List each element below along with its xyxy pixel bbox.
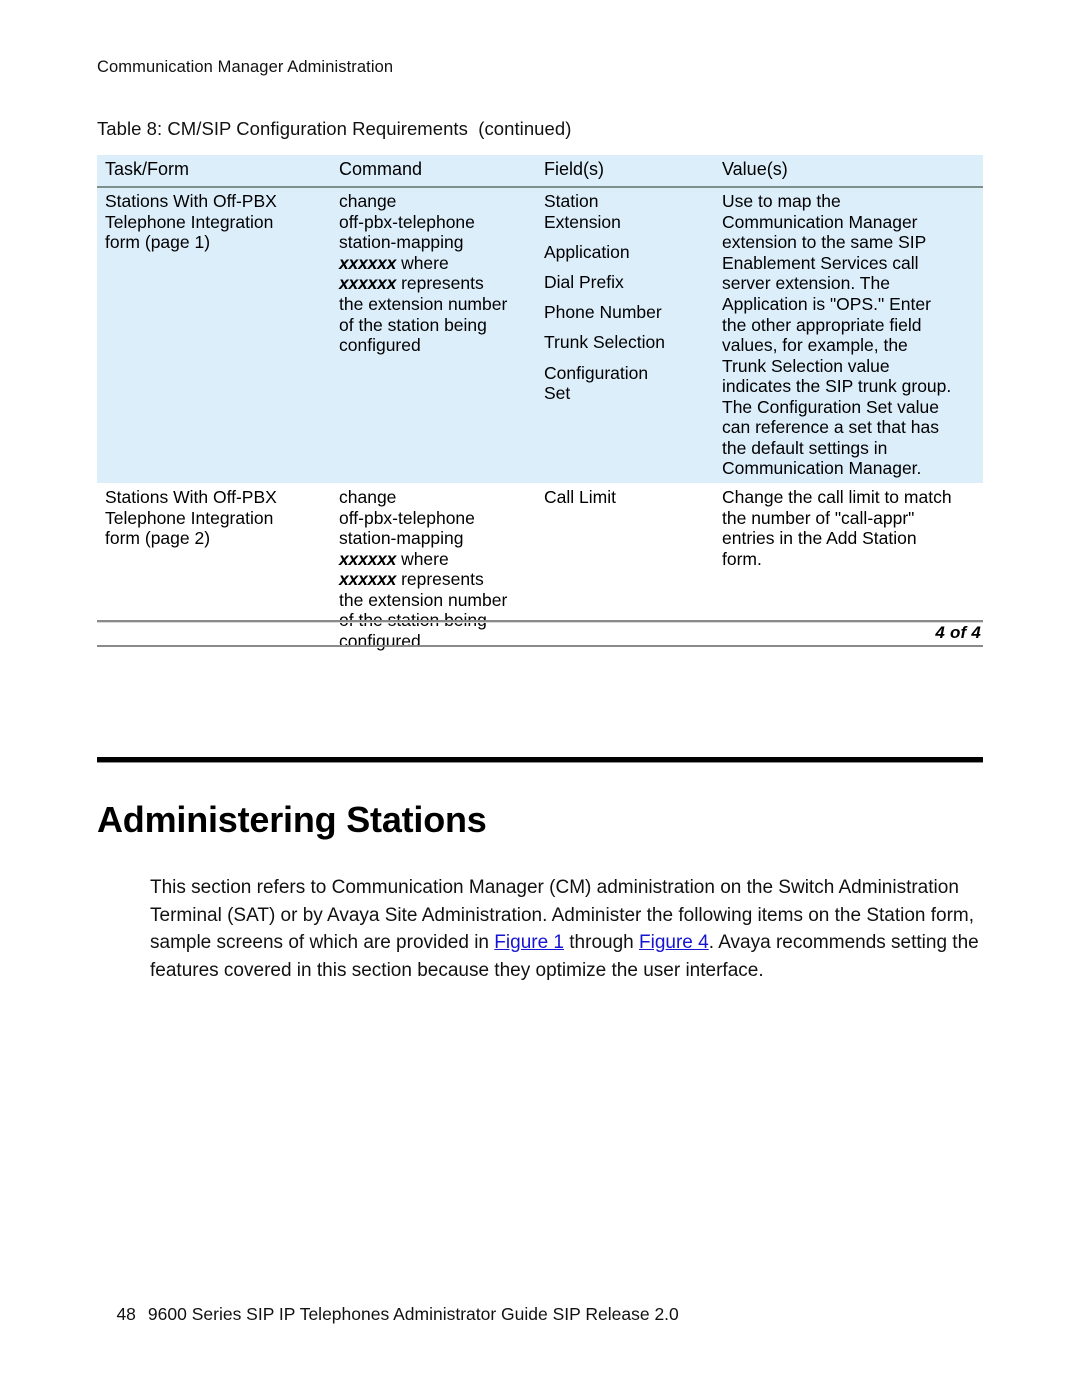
cell-line: the default settings in — [722, 437, 888, 458]
cell-line: off-pbx-telephone — [339, 211, 475, 232]
cell-task-form: Stations With Off-PBX Telephone Integrati… — [97, 187, 331, 484]
cell-line: change — [339, 487, 397, 508]
column-header-task-form: Task/Form — [97, 155, 331, 189]
figure-4-link[interactable]: Figure 4 — [639, 932, 709, 953]
cell-line: Trunk Selection — [544, 332, 665, 353]
extension-placeholder: xxxxxx — [339, 252, 397, 273]
section-body-paragraph: This section refers to Communication Man… — [150, 874, 990, 984]
cell-line: Call Limit — [544, 487, 616, 508]
task-form-lines: Stations With Off-PBX Telephone Integrati… — [105, 191, 323, 253]
table-footer-row: 4 of 4 — [97, 623, 983, 645]
cell-fields: Station Extension Application Dial Prefix… — [536, 187, 714, 484]
cell-line: the other appropriate field — [722, 314, 922, 335]
cell-line — [544, 323, 706, 333]
cell-line: Stations With Off-PBX — [105, 487, 277, 508]
cell-line: Communication Manager — [722, 211, 918, 232]
cell-line: Application — [544, 241, 630, 262]
cell-line: Configuration — [544, 362, 649, 383]
column-header-fields: Field(s) — [536, 155, 714, 189]
section-heading-rule — [97, 757, 983, 763]
figure-1-link[interactable]: Figure 1 — [494, 932, 564, 953]
cell-line: Use to map the — [722, 191, 841, 212]
cell-line — [544, 293, 706, 303]
cell-line: xxxxxx where — [339, 548, 449, 569]
cell-line: off-pbx-telephone — [339, 507, 475, 528]
running-header: Communication Manager Administration — [97, 58, 394, 76]
fields-lines: Station Extension Application Dial Prefix… — [544, 191, 706, 404]
cell-line: Stations With Off-PBX — [105, 191, 277, 212]
page-footer-title: 9600 Series SIP IP Telephones Administra… — [147, 1304, 679, 1324]
cell-line: Extension — [544, 211, 621, 232]
cell-line: station-mapping — [339, 528, 464, 549]
cell-line: Dial Prefix — [544, 272, 624, 293]
cell-line: of the station being — [339, 314, 487, 335]
cell-command: change off-pbx-telephone station-mapping xx… — [331, 187, 536, 484]
cell-line: xxxxxx represents — [339, 273, 484, 294]
cm-sip-configuration-table: Task/Form Command Field(s) Value(s) Stat… — [97, 155, 983, 656]
cell-values: Use to map the Communication Manager exten… — [714, 187, 983, 484]
cell-line: configured — [339, 335, 421, 356]
table-footer-bar: 4 of 4 — [97, 620, 983, 647]
page-number: 48 — [116, 1304, 136, 1324]
cell-line: Telephone Integration — [105, 211, 274, 232]
values-lines: Use to map the Communication Manager exten… — [722, 191, 975, 479]
cell-line: The Configuration Set value — [722, 396, 939, 417]
cell-line: Enablement Services call — [722, 252, 919, 273]
cell-line: station-mapping — [339, 232, 464, 253]
cell-line: change — [339, 191, 397, 212]
cell-line: Communication Manager. — [722, 458, 922, 479]
cell-line: Station — [544, 191, 599, 212]
command-lines: change off-pbx-telephone station-mapping xx… — [339, 191, 528, 356]
cell-line — [544, 262, 706, 272]
cell-line: Set — [544, 383, 571, 404]
extension-placeholder: xxxxxx — [339, 548, 397, 569]
cell-line — [544, 353, 706, 363]
column-header-command: Command — [331, 155, 536, 189]
table-row: Stations With Off-PBX Telephone Integrati… — [97, 187, 983, 484]
table-body: Stations With Off-PBX Telephone Integrati… — [97, 187, 983, 656]
extension-placeholder: xxxxxx — [339, 569, 397, 590]
cell-line: the extension number — [339, 589, 508, 610]
paragraph-text-part-2: through — [564, 932, 639, 954]
cell-line: form. — [722, 548, 762, 569]
cell-line: form (page 1) — [105, 232, 211, 253]
values-lines: Change the call limit to match the number… — [722, 487, 975, 569]
cell-line: xxxxxx represents — [339, 569, 484, 590]
cell-line: the extension number — [339, 293, 508, 314]
page-title: Administering Stations — [97, 799, 487, 841]
table-caption: Table 8: CM/SIP Configuration Requiremen… — [97, 118, 572, 139]
cell-line: xxxxxx where — [339, 252, 449, 273]
cell-line: form (page 2) — [105, 528, 211, 549]
page-footer: 48 9600 Series SIP IP Telephones Administ… — [97, 1283, 679, 1346]
cell-line: the number of "call-appr" — [722, 507, 915, 528]
column-header-values: Value(s) — [714, 155, 983, 189]
cell-line: Application is "OPS." Enter — [722, 293, 931, 314]
table-page-indicator: 4 of 4 — [935, 623, 981, 642]
cell-line: can reference a set that has — [722, 417, 939, 438]
cell-line: Phone Number — [544, 302, 662, 323]
table-header-row: Task/Form Command Field(s) Value(s) — [97, 155, 983, 189]
cell-line: Change the call limit to match — [722, 487, 952, 508]
cell-line: server extension. The — [722, 273, 890, 294]
cell-line: indicates the SIP trunk group. — [722, 376, 952, 397]
task-form-lines: Stations With Off-PBX Telephone Integrati… — [105, 487, 323, 549]
cell-line: values, for example, the — [722, 335, 908, 356]
table-footer-rule-bottom — [97, 645, 983, 647]
cell-line: Telephone Integration — [105, 507, 274, 528]
cell-line: Trunk Selection value — [722, 355, 890, 376]
cell-line: entries in the Add Station — [722, 528, 917, 549]
cell-line: extension to the same SIP — [722, 232, 927, 253]
cell-line — [544, 232, 706, 242]
document-page: Communication Manager Administration Tab… — [0, 0, 1080, 1397]
fields-lines: Call Limit — [544, 487, 706, 508]
extension-placeholder: xxxxxx — [339, 273, 397, 294]
